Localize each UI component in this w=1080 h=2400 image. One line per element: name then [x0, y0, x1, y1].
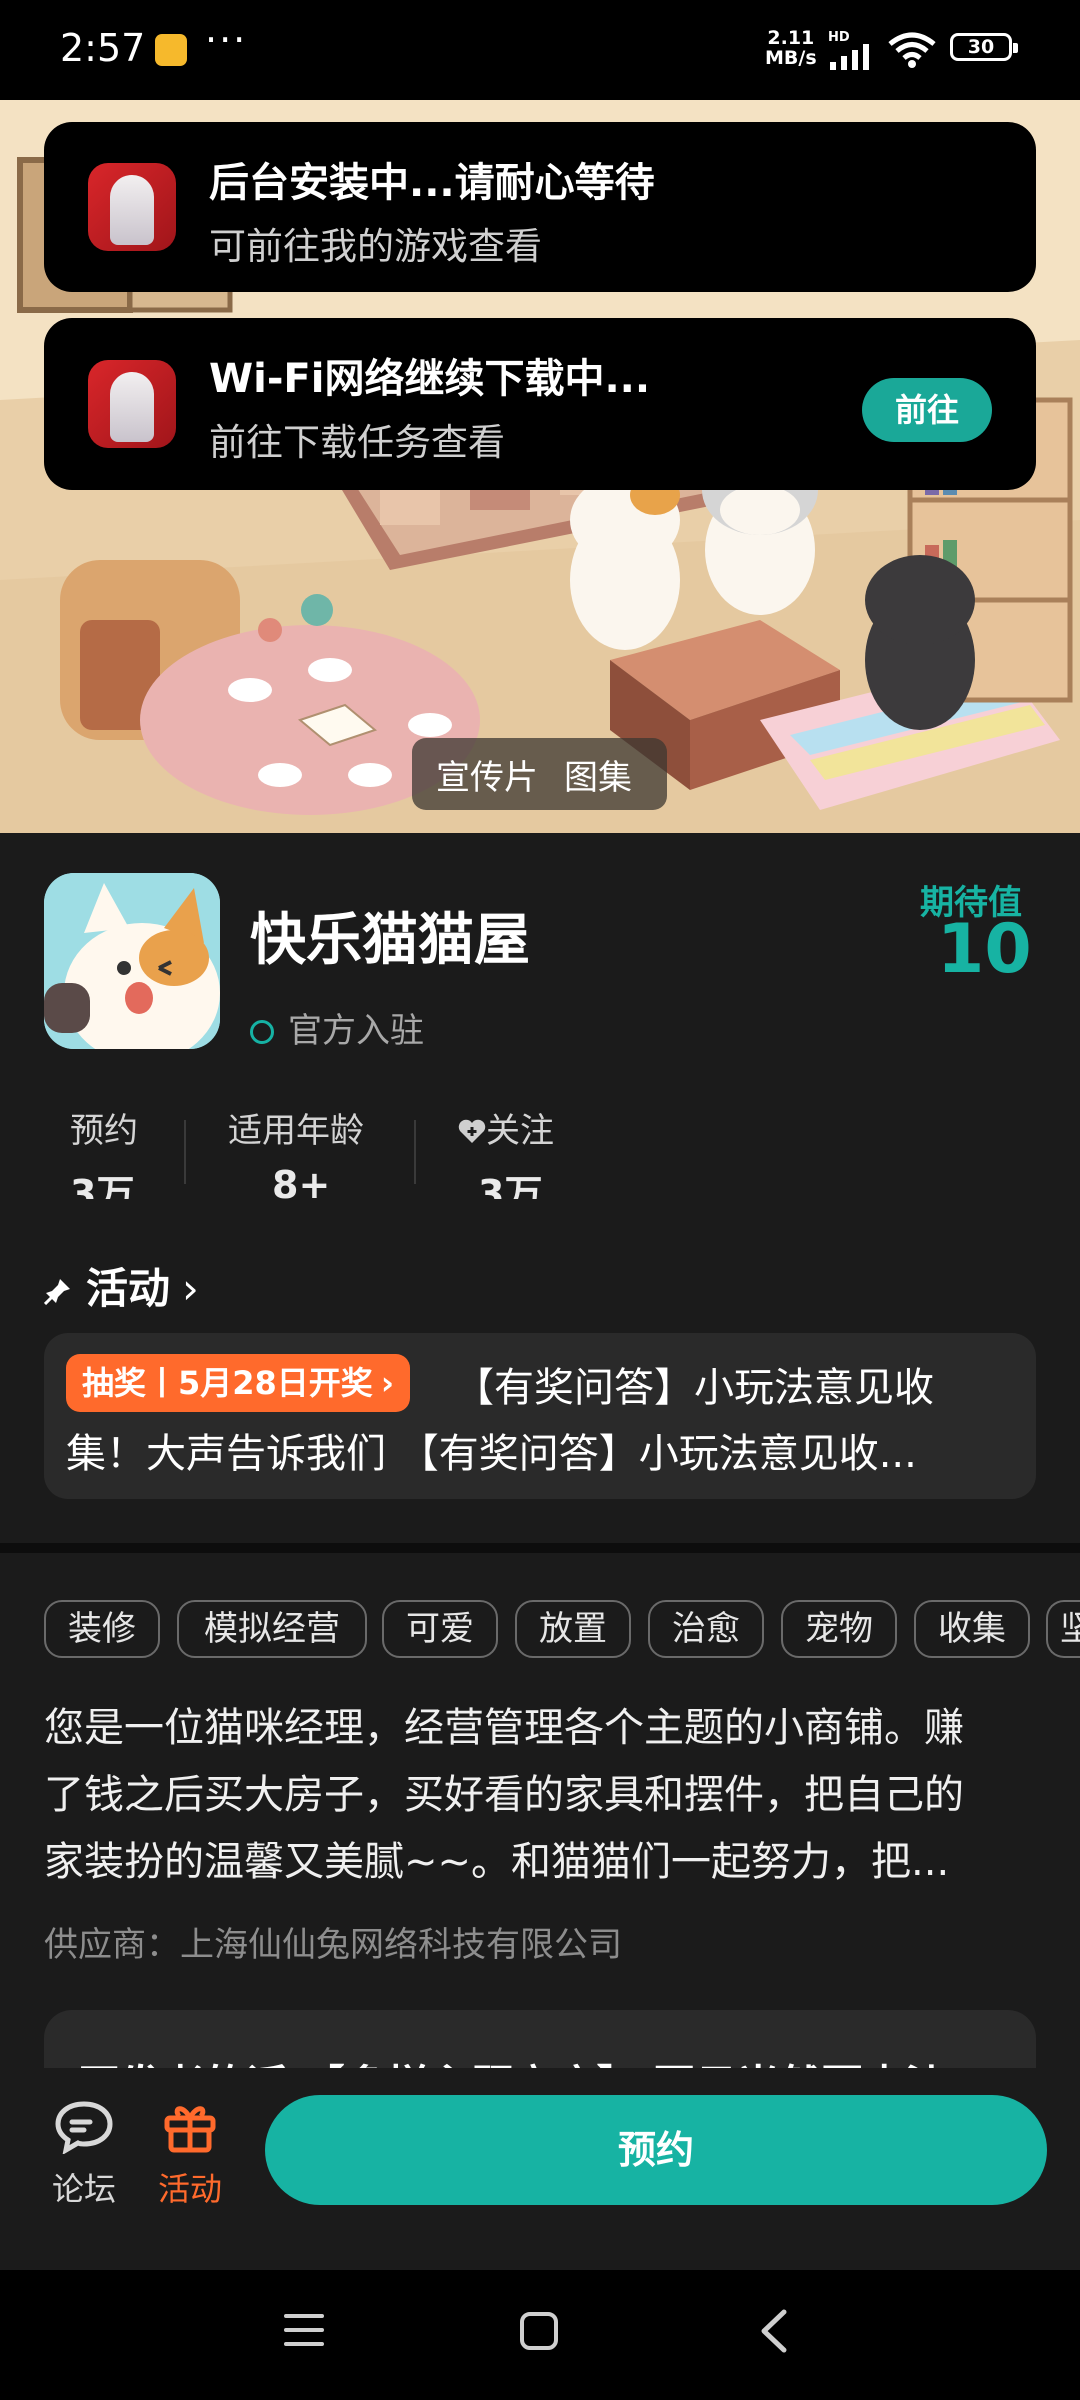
tag[interactable]: 收集: [914, 1600, 1030, 1658]
game-title: 快乐猫猫屋: [250, 908, 530, 973]
verified-check-icon: [250, 1020, 274, 1044]
notification-app-icon: [155, 34, 187, 66]
forum-icon: [55, 2101, 113, 2155]
description-line: 您是一位猫咪经理，经营管理各个主题的小商铺。赚: [44, 1705, 964, 1751]
wifi-icon: [888, 32, 936, 68]
activity-text-line2: 集！大声告诉我们 【有奖问答】小玩法意见收...: [66, 1431, 917, 1477]
tag[interactable]: 可爱: [382, 1600, 498, 1658]
system-navigation-bar: [0, 2270, 1080, 2400]
notification-title: Wi-Fi网络继续下载中...: [209, 356, 651, 402]
tag[interactable]: 治愈: [648, 1600, 764, 1658]
tag[interactable]: 放置: [515, 1600, 631, 1658]
hd-icon: HD: [828, 30, 850, 45]
battery-icon: 30: [950, 33, 1018, 61]
back-icon[interactable]: [756, 2308, 792, 2354]
activity-header-label: 活动: [86, 1264, 171, 1313]
expectation-score: 10: [937, 910, 1032, 989]
chevron-right-icon: ›: [182, 1264, 199, 1313]
pin-icon: [43, 1279, 70, 1306]
official-badge: 官方入驻: [250, 1003, 424, 1052]
tab-gallery[interactable]: 图集: [564, 750, 632, 799]
tag[interactable]: 宠物: [781, 1600, 897, 1658]
description-line: 了钱之后买大房子，买好看的家具和摆件，把自己的: [44, 1772, 964, 1818]
network-speed: 2.11 MB/s: [765, 28, 817, 68]
gift-icon: [164, 2106, 216, 2153]
tag[interactable]: 装修: [44, 1600, 160, 1658]
lottery-badge-label: 抽奖丨5月28日开奖: [82, 1364, 373, 1402]
media-tabs: 宣传片 图集: [412, 738, 667, 810]
install-notification[interactable]: 后台安装中...请耐心等待 可前往我的游戏查看: [44, 122, 1036, 292]
network-speed-value: 2.11: [767, 27, 815, 49]
notification-subtitle: 可前往我的游戏查看: [209, 225, 542, 268]
official-label: 官方入驻: [288, 1011, 424, 1051]
game-icon: [44, 873, 220, 1049]
tab-trailer[interactable]: 宣传片: [436, 750, 538, 799]
heart-plus-icon: [458, 1119, 486, 1143]
app-icon: [88, 163, 176, 251]
forum-label: 论坛: [51, 2170, 116, 2208]
activity-nav-label: 活动: [157, 2170, 222, 2208]
app-icon: [88, 360, 176, 448]
stat-reservations-value: 3万: [70, 1172, 135, 1199]
go-button[interactable]: 前往: [862, 378, 992, 442]
stat-follow-label[interactable]: 关注: [458, 1103, 554, 1152]
stat-age-label: 适用年龄: [228, 1111, 364, 1151]
stat-follow-value: 3万: [478, 1172, 543, 1199]
section-divider: [0, 1543, 1080, 1553]
description-line[interactable]: 家装扮的温馨又美腻~~。和猫猫们一起努力，把...: [44, 1829, 949, 1887]
divider: [414, 1120, 416, 1184]
tag-clipped[interactable]: 坚: [1046, 1600, 1080, 1658]
chevron-right-icon: ›: [380, 1364, 394, 1402]
stat-age-value: 8+: [272, 1163, 331, 1199]
activity-text-line1: 【有奖问答】小玩法意见收: [454, 1365, 934, 1411]
notification-title: 后台安装中...请耐心等待: [209, 160, 655, 206]
activity-section-header[interactable]: 活动 ›: [43, 1255, 199, 1316]
more-notifications-icon: ···: [205, 18, 248, 62]
supplier-info: 供应商：上海仙仙兔网络科技有限公司: [44, 1925, 622, 1965]
status-time: 2:57: [60, 26, 146, 70]
follow-label: 关注: [486, 1111, 554, 1151]
activity-card[interactable]: 抽奖丨5月28日开奖 › 【有奖问答】小玩法意见收 集！大声告诉我们 【有奖问答】…: [44, 1333, 1036, 1499]
divider: [184, 1120, 186, 1184]
network-speed-unit: MB/s: [765, 47, 817, 69]
tag[interactable]: 模拟经营: [177, 1600, 367, 1658]
menu-icon[interactable]: [283, 2310, 325, 2350]
home-icon[interactable]: [518, 2310, 560, 2352]
activity-nav-button[interactable]: 活动: [150, 2098, 230, 2210]
reserve-button[interactable]: 预约: [265, 2095, 1047, 2205]
signal-icon: [830, 44, 869, 70]
download-notification[interactable]: Wi-Fi网络继续下载中... 前往下载任务查看 前往: [44, 318, 1036, 490]
notification-subtitle: 前往下载任务查看: [209, 421, 505, 464]
forum-button[interactable]: 论坛: [44, 2098, 124, 2210]
lottery-badge: 抽奖丨5月28日开奖 ›: [66, 1354, 410, 1412]
stat-reservations-label: 预约: [70, 1111, 138, 1151]
